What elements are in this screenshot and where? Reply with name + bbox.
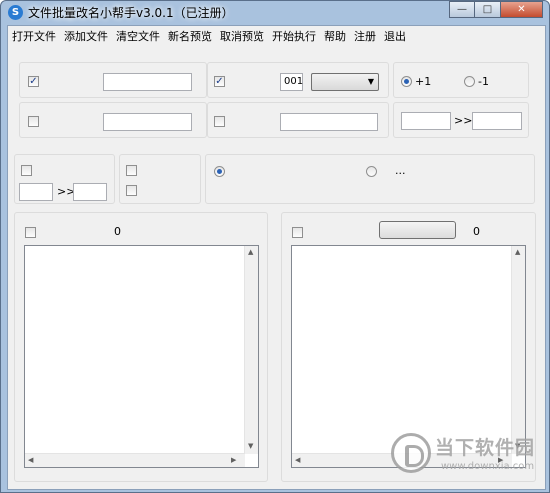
window-title: 文件批量改名小帮手v3.0.1（已注册） [28,6,234,20]
app-window: S 文件批量改名小帮手v3.0.1（已注册） — □ ✕ 打开文件 添加文件 清… [0,0,550,493]
replace-left-to-input[interactable] [73,183,107,201]
watermark: 当下软件园 www.downxia.com [391,431,536,483]
group-numbering: ✓ 001 ▼ [207,62,389,98]
replace-from-input[interactable] [401,112,451,130]
right-vertical-scrollbar[interactable]: ▲ ▼ [511,246,525,454]
step-plus-radio[interactable] [401,76,412,87]
select-all-right-checkbox[interactable] [292,227,303,238]
window-controls: — □ ✕ [449,1,543,18]
watermark-text: 当下软件园 [435,437,536,459]
title-bar[interactable]: S 文件批量改名小帮手v3.0.1（已注册） — □ ✕ [1,1,549,23]
prefix-checkbox[interactable]: ✓ [28,76,39,87]
group-mode: ... [205,154,535,204]
number-format-dropdown[interactable]: ▼ [311,73,379,91]
left-file-panel: 0 ▲ ▼ ◀ ▶ [14,212,268,482]
suffix-input[interactable] [103,113,192,131]
client-area: 打开文件 添加文件 清空文件 新名预览 取消预览 开始执行 帮助 注册 退出 ✓… [7,25,546,490]
mode-radio-2[interactable] [366,166,377,177]
mode-ellipsis: ... [395,164,406,177]
scroll-left-icon[interactable]: ◀ [28,457,33,464]
group-extension [207,102,389,138]
number-start-field[interactable]: 001 [280,73,303,91]
replace-checkbox[interactable] [21,165,32,176]
menu-add-file[interactable]: 添加文件 [60,26,112,44]
watermark-url: www.downxia.com [441,461,535,472]
group-prefix: ✓ [19,62,207,98]
downxia-logo-icon [391,433,431,473]
maximize-button[interactable]: □ [475,1,501,18]
step-plus-label: +1 [415,75,432,88]
group-replace-left: >> [14,154,115,204]
step-minus-radio[interactable] [464,76,475,87]
replace-to-input[interactable] [472,112,522,130]
group-replace-top: >> [393,102,529,138]
suffix-checkbox[interactable] [28,116,39,127]
replace-arrow-label: >> [454,114,473,127]
close-button[interactable]: ✕ [501,1,543,18]
original-file-list[interactable]: ▲ ▼ ◀ ▶ [24,245,259,468]
right-file-count: 0 [473,225,480,238]
extension-checkbox[interactable] [214,116,225,127]
option-checkbox-2[interactable] [126,185,137,196]
step-minus-label: -1 [478,75,489,88]
numbering-checkbox[interactable]: ✓ [214,76,225,87]
scroll-up-icon[interactable]: ▲ [515,249,520,256]
scroll-down-icon[interactable]: ▼ [248,443,253,450]
select-all-left-checkbox[interactable] [25,227,36,238]
left-file-count: 0 [114,225,121,238]
right-panel-button[interactable] [379,221,456,239]
scroll-left-icon[interactable]: ◀ [295,457,300,464]
menu-open-file[interactable]: 打开文件 [8,26,60,44]
chevron-down-icon: ▼ [367,77,374,86]
prefix-input[interactable] [103,73,192,91]
replace-left-from-input[interactable] [19,183,53,201]
menu-help[interactable]: 帮助 [320,26,350,44]
menu-clear-files[interactable]: 清空文件 [112,26,164,44]
group-options [119,154,201,204]
option-checkbox-1[interactable] [126,165,137,176]
menu-exit[interactable]: 退出 [380,26,410,44]
scroll-right-icon[interactable]: ▶ [231,457,236,464]
minimize-button[interactable]: — [449,1,475,18]
app-logo-icon: S [8,5,23,20]
scroll-up-icon[interactable]: ▲ [248,249,253,256]
menu-bar: 打开文件 添加文件 清空文件 新名预览 取消预览 开始执行 帮助 注册 退出 [8,26,545,44]
left-horizontal-scrollbar[interactable]: ◀ ▶ [25,453,245,467]
group-step: +1 -1 [393,62,529,98]
mode-radio-1[interactable] [214,166,225,177]
menu-cancel-preview[interactable]: 取消预览 [216,26,268,44]
menu-register[interactable]: 注册 [350,26,380,44]
extension-input[interactable] [280,113,378,131]
menu-start-execute[interactable]: 开始执行 [268,26,320,44]
left-vertical-scrollbar[interactable]: ▲ ▼ [244,246,258,454]
menu-preview-names[interactable]: 新名预览 [164,26,216,44]
group-suffix [19,102,207,138]
